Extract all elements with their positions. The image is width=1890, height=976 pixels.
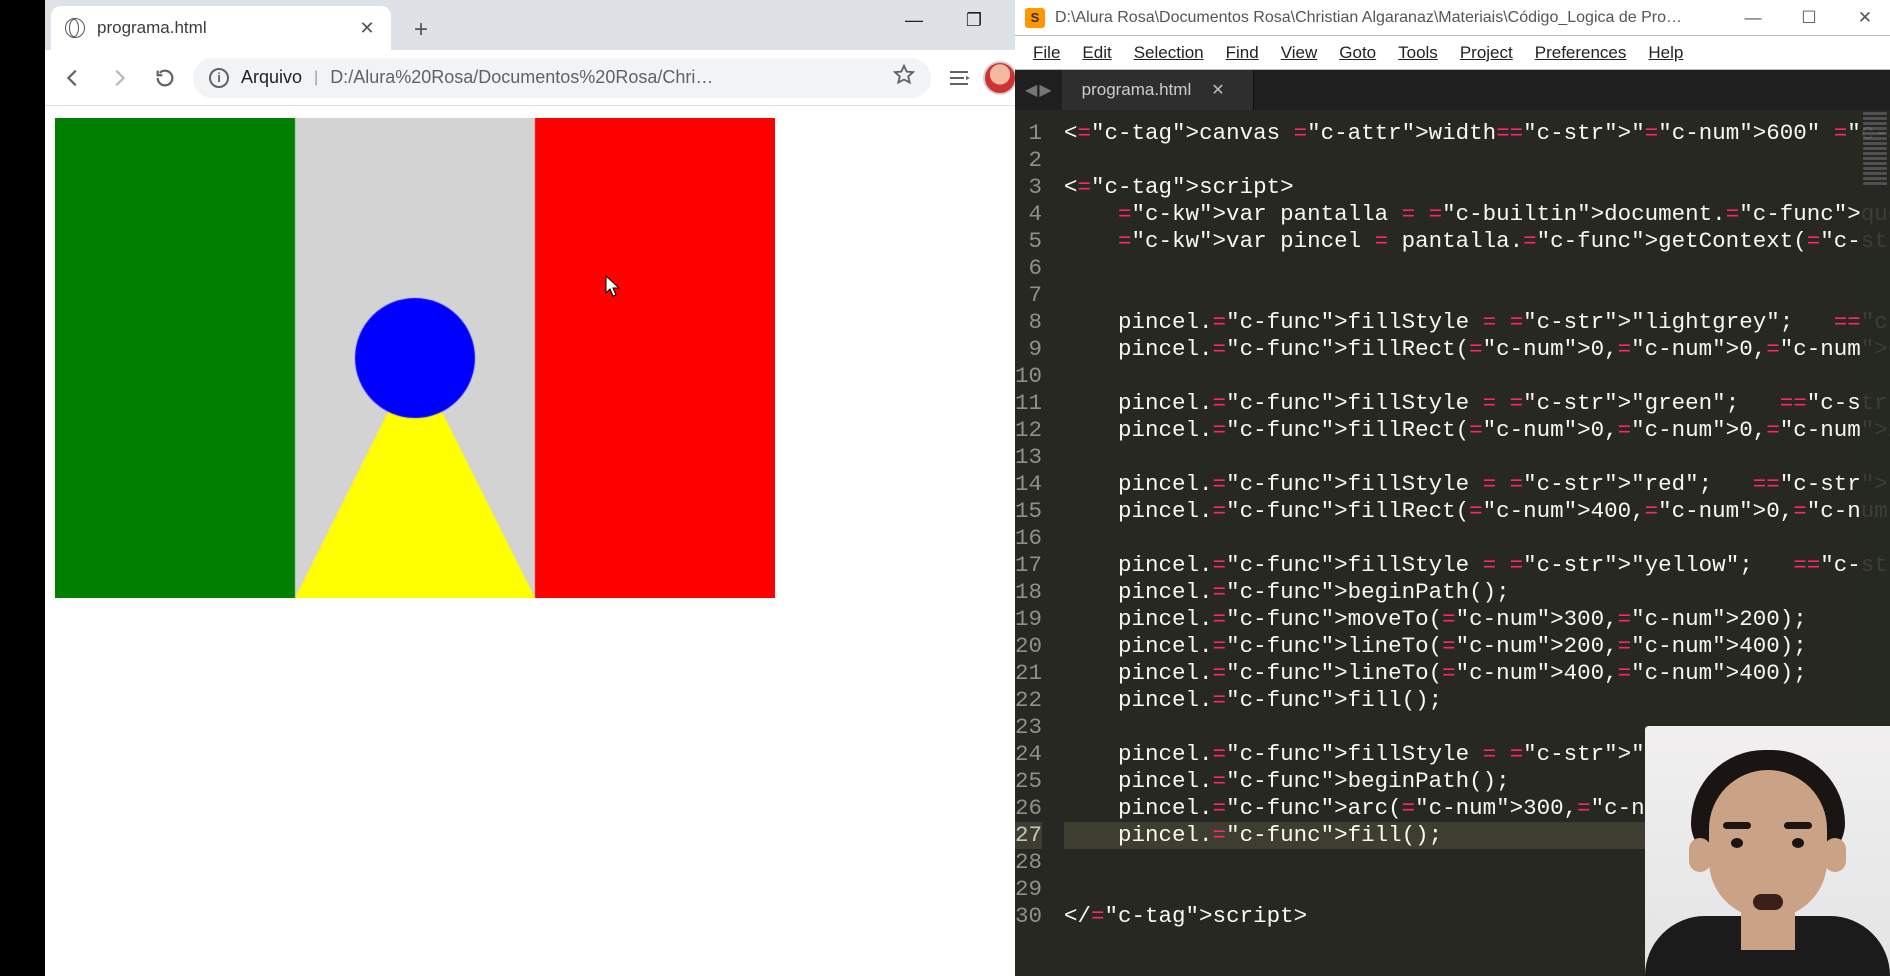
browser-tab[interactable]: programa.html ✕	[51, 6, 391, 50]
tab-favicon-globe-icon	[65, 18, 85, 38]
sublime-close-button[interactable]: ✕	[1850, 8, 1880, 28]
sublime-title-text: D:\Alura Rosa\Documentos Rosa\Christian …	[1055, 9, 1728, 27]
sublime-title-bar: S D:\Alura Rosa\Documentos Rosa\Christia…	[1015, 0, 1890, 36]
line-number-gutter: 1234567891011121314151617181920212223242…	[1015, 110, 1056, 976]
menu-project[interactable]: Project	[1450, 39, 1523, 67]
desktop: programa.html ✕ + — ❐ ✕ i Arquivo	[0, 0, 1890, 976]
maximize-button[interactable]: ❐	[957, 10, 991, 31]
sublime-menu-bar: File Edit Selection Find View Goto Tools…	[1015, 36, 1890, 70]
menu-selection[interactable]: Selection	[1124, 39, 1214, 67]
menu-tools[interactable]: Tools	[1388, 39, 1448, 67]
address-bar[interactable]: i Arquivo | D:/Alura%20Rosa/Documentos%2…	[193, 58, 931, 98]
nav-fwd-icon[interactable]: ▶	[1039, 80, 1051, 100]
menu-view[interactable]: View	[1271, 39, 1328, 67]
minimize-button[interactable]: —	[897, 10, 931, 31]
menu-find[interactable]: Find	[1216, 39, 1269, 67]
sublime-tab-close-icon[interactable]: ✕	[1211, 80, 1224, 100]
menu-edit[interactable]: Edit	[1072, 39, 1121, 67]
nav-back-icon[interactable]: ◀	[1025, 80, 1037, 100]
sublime-tab-bar: ◀ ▶ programa.html ✕	[1015, 70, 1890, 110]
sublime-tab-name: programa.html	[1082, 80, 1192, 100]
menu-goto[interactable]: Goto	[1329, 39, 1386, 67]
site-info-icon[interactable]: i	[209, 68, 229, 88]
tab-close-icon[interactable]: ✕	[357, 18, 377, 39]
chrome-tabstrip: programa.html ✕ + — ❐ ✕	[45, 0, 1059, 50]
sublime-tab[interactable]: programa.html ✕	[1062, 70, 1254, 110]
menu-help[interactable]: Help	[1638, 39, 1693, 67]
new-tab-button[interactable]: +	[401, 10, 441, 50]
bookmark-star-icon[interactable]	[893, 64, 915, 91]
back-button[interactable]	[55, 60, 91, 96]
addr-divider: |	[314, 69, 318, 87]
reload-button[interactable]	[147, 60, 183, 96]
webcam-overlay	[1645, 726, 1890, 976]
sublime-nav-arrows: ◀ ▶	[1015, 70, 1062, 110]
addr-path: D:/Alura%20Rosa/Documentos%20Rosa/Chri…	[330, 67, 875, 88]
addr-scheme: Arquivo	[241, 67, 302, 88]
tab-title: programa.html	[97, 18, 345, 38]
chrome-window: programa.html ✕ + — ❐ ✕ i Arquivo	[45, 0, 1060, 976]
rendered-canvas	[55, 118, 775, 598]
menu-preferences[interactable]: Preferences	[1525, 39, 1637, 67]
profile-avatar[interactable]	[983, 61, 1017, 95]
sublime-window-controls: — ☐ ✕	[1738, 8, 1880, 28]
menu-file[interactable]: File	[1023, 39, 1070, 67]
page-content	[45, 106, 1059, 976]
sublime-minimize-button[interactable]: —	[1738, 8, 1768, 28]
forward-button[interactable]	[101, 60, 137, 96]
sublime-maximize-button[interactable]: ☐	[1794, 8, 1824, 28]
reading-list-icon[interactable]	[947, 66, 971, 90]
chrome-toolbar: i Arquivo | D:/Alura%20Rosa/Documentos%2…	[45, 50, 1059, 106]
sublime-app-icon: S	[1025, 8, 1045, 28]
